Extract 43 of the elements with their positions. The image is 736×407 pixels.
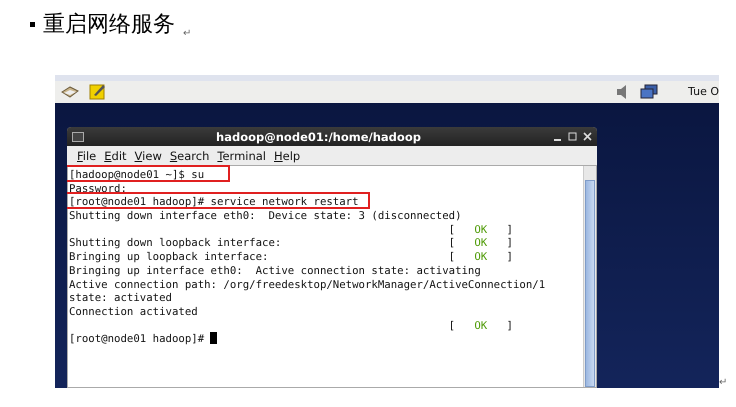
menu-item[interactable]: Search [166,148,214,162]
scrollbar[interactable] [583,166,596,387]
terminal-line: Bringing up loopback interface: [69,250,270,264]
terminal-line: [hadoop@node01 ~]$ su [69,168,204,182]
terminal-line: Bringing up interface eth0: Active connection state: activating [69,264,481,278]
menu-item[interactable]: Help [270,148,304,162]
terminal-line: Active connection path: /org/freedesktop/NetworkManager/ActiveConnection/1 [69,278,546,292]
terminal-icon [72,132,84,142]
status-bracket: [ [448,222,456,236]
section-heading: 重启网络服务 [43,11,175,39]
close-icon[interactable] [583,132,592,141]
clock-text[interactable]: Tue O [688,85,719,98]
maximize-icon[interactable] [568,132,577,141]
status-bracket: ] [506,318,513,332]
network-icon[interactable] [640,84,658,100]
status-ok: OK [474,222,488,236]
status-bracket: ] [506,236,513,250]
terminal-line: Shutting down loopback interface: [69,236,282,250]
terminal-line: Connection activated [69,304,198,319]
menu-item[interactable]: File [73,148,100,162]
terminal-line: Password: [69,182,127,196]
menu-item[interactable]: View [130,148,166,162]
paragraph-mark: ↵ [183,28,192,39]
status-ok: OK [474,250,488,264]
terminal-line: [root@node01 hadoop]# service network restart [69,195,359,210]
status-bracket: [ [448,250,456,264]
note-icon[interactable] [89,83,106,100]
terminal-line: [root@node01 hadoop]# [69,332,204,346]
menu-item[interactable]: Terminal [213,148,270,162]
book-icon[interactable] [61,84,79,100]
bullet-icon [30,22,35,26]
status-ok: OK [474,236,488,250]
status-bracket: ] [506,222,513,236]
status-bracket: ] [506,250,513,264]
paragraph-mark: ↵ [719,377,728,388]
status-bracket: [ [448,236,456,250]
terminal-line: Shutting down interface eth0: Device state: 3 (disconnected) [69,209,462,223]
menu-item[interactable]: Edit [100,148,131,162]
window-title: hadoop@node01:/home/hadoop [215,130,422,144]
cursor [210,332,218,344]
status-ok: OK [474,318,488,332]
terminal-line: state: activated [69,291,172,305]
status-bracket: [ [448,318,456,332]
